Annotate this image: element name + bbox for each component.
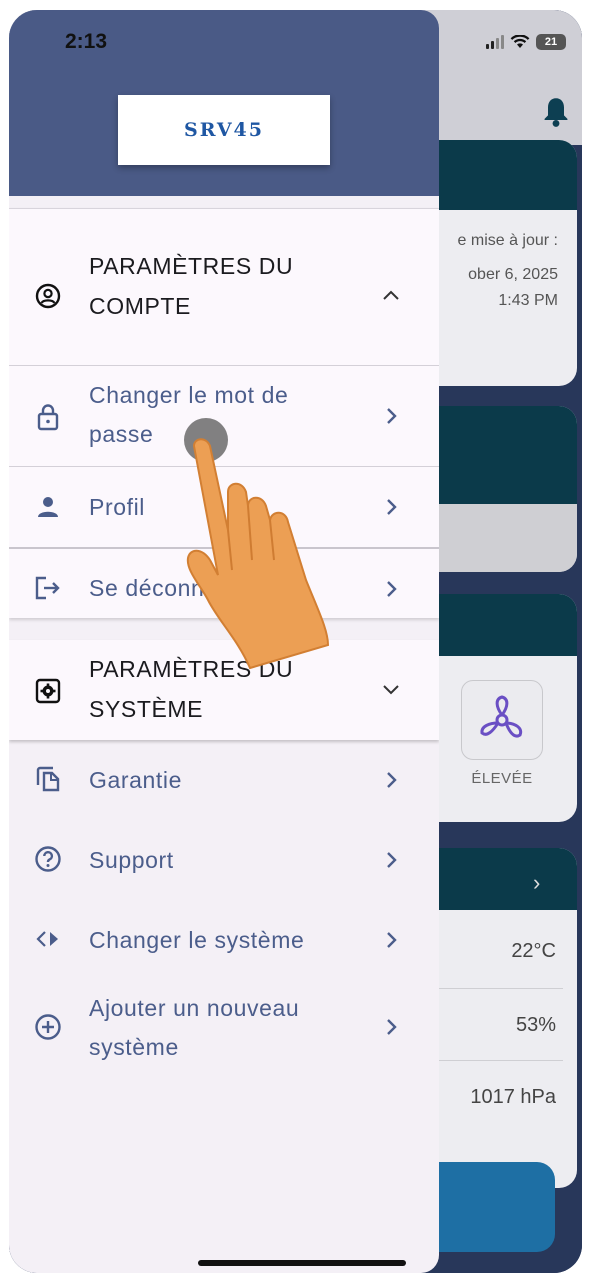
- chevron-down-icon: [381, 680, 401, 700]
- help-circle-icon: [33, 844, 63, 874]
- add-system-label-line1: Ajouter un nouveau: [89, 995, 300, 1021]
- last-update-date: ober 6, 2025: [468, 266, 558, 283]
- profile-label: Profil: [89, 494, 146, 520]
- fan-speed-button[interactable]: [461, 680, 543, 760]
- notification-bell-icon[interactable]: [542, 96, 570, 128]
- cellular-signal-icon: [486, 35, 504, 49]
- support-item[interactable]: Support: [9, 830, 439, 890]
- lock-icon: [33, 402, 63, 432]
- status-time: 2:13: [65, 30, 108, 53]
- person-icon: [33, 492, 63, 522]
- system-settings-title-line2: SYSTÈME: [89, 696, 204, 722]
- add-circle-icon: [33, 1012, 63, 1042]
- temperature-value: 22°C: [511, 940, 556, 962]
- account-settings-title-line1: PARAMÈTRES DU: [89, 253, 294, 279]
- chevron-up-icon: [381, 285, 401, 305]
- chevron-right-icon[interactable]: ›: [533, 870, 540, 896]
- change-password-label-line1: Changer le mot de: [89, 382, 289, 408]
- copy-icon: [33, 764, 63, 794]
- add-system-label-line2: système: [89, 1034, 179, 1060]
- last-update-time: 1:43 PM: [498, 292, 558, 309]
- account-settings-title-line2: COMPTE: [89, 293, 191, 319]
- last-update-label: e mise à jour :: [457, 232, 558, 249]
- swap-arrows-icon: [33, 924, 63, 954]
- chevron-right-icon: [381, 579, 401, 599]
- account-settings-header[interactable]: PARAMÈTRES DU COMPTE: [9, 241, 439, 351]
- tap-hand-icon: [184, 418, 330, 670]
- fan-speed-label: ÉLEVÉE: [471, 770, 533, 787]
- chevron-right-icon: [381, 930, 401, 950]
- chevron-right-icon: [381, 497, 401, 517]
- change-password-label-line2: passe: [89, 421, 154, 447]
- fan-icon: [480, 695, 523, 738]
- add-system-item[interactable]: Ajouter un nouveau système: [9, 980, 439, 1076]
- drawer-header: 2:13 SRV45: [9, 10, 439, 196]
- battery-indicator: 21: [536, 34, 566, 50]
- support-label: Support: [89, 847, 174, 873]
- divider: [439, 1060, 563, 1061]
- humidity-value: 53%: [515, 1014, 556, 1036]
- app-logo: SRV45: [118, 95, 330, 165]
- divider: [439, 988, 563, 989]
- settings-box-icon: [33, 676, 63, 706]
- home-indicator: [198, 1260, 406, 1266]
- warranty-label: Garantie: [89, 767, 183, 793]
- wifi-icon: [510, 35, 530, 48]
- chevron-right-icon: [381, 1017, 401, 1037]
- warranty-item[interactable]: Garantie: [9, 750, 439, 810]
- chevron-right-icon: [381, 406, 401, 426]
- change-system-label: Changer le système: [89, 927, 305, 953]
- chevron-right-icon: [381, 850, 401, 870]
- status-bar-right: 21: [486, 34, 566, 50]
- logout-icon: [33, 573, 63, 603]
- chevron-right-icon: [381, 770, 401, 790]
- pressure-value: 1017 hPa: [470, 1086, 556, 1108]
- account-circle-icon: [33, 281, 63, 311]
- logo-text: SRV45: [183, 119, 265, 141]
- change-system-item[interactable]: Changer le système: [9, 910, 439, 970]
